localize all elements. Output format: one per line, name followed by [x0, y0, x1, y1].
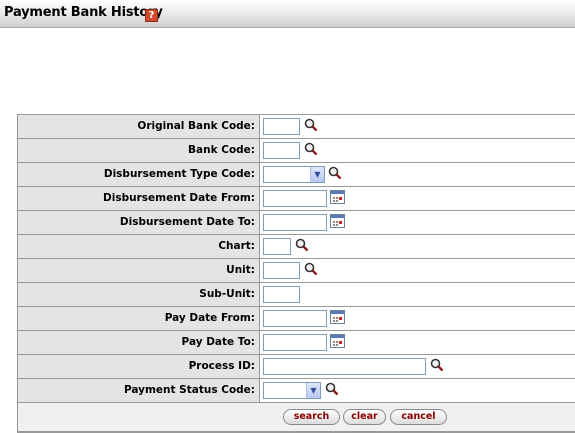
help-icon[interactable]: ? — [145, 9, 158, 22]
label-cell: Payment Status Code: — [18, 379, 260, 402]
bank-code-label: Bank Code: — [188, 144, 255, 156]
label-cell: Unit: — [18, 259, 260, 282]
calendar-icon[interactable] — [330, 190, 345, 204]
label-cell: Pay Date To: — [18, 331, 260, 354]
process-id-input[interactable] — [263, 358, 426, 375]
bank-code-input[interactable] — [263, 142, 300, 159]
form-row-bank-code: Bank Code: — [18, 139, 575, 163]
disbursement-type-code-label: Disbursement Type Code: — [103, 168, 255, 180]
chevron-down-icon[interactable]: ▼ — [306, 383, 320, 398]
form-row-payment-status-code: Payment Status Code: ▼ — [18, 379, 575, 403]
original-bank-code-input[interactable] — [263, 118, 300, 135]
unit-label: Unit: — [226, 264, 255, 276]
pay-date-to-input[interactable] — [263, 334, 327, 351]
chart-input[interactable] — [263, 238, 291, 255]
original-bank-code-label: Original Bank Code: — [137, 120, 255, 132]
label-cell: Disbursement Type Code: — [18, 163, 260, 186]
disbursement-date-from-label: Disbursement Date From: — [103, 192, 255, 204]
page-title: Payment Bank History — [4, 5, 163, 20]
payment-status-code-lookup-icon[interactable] — [325, 382, 339, 396]
form-row-disbursement-date-from: Disbursement Date From: — [18, 187, 575, 211]
unit-input[interactable] — [263, 262, 300, 279]
chart-label: Chart: — [218, 240, 255, 252]
form-row-disbursement-date-to: Disbursement Date To: — [18, 211, 575, 235]
process-id-lookup-icon[interactable] — [430, 358, 444, 372]
unit-lookup-icon[interactable] — [304, 262, 318, 276]
form-row-pay-date-from: Pay Date From: — [18, 307, 575, 331]
payment-status-code-label: Payment Status Code: — [123, 384, 255, 396]
chart-lookup-icon[interactable] — [295, 238, 309, 252]
label-cell: Bank Code: — [18, 139, 260, 162]
calendar-icon[interactable] — [330, 310, 345, 324]
form-row-pay-date-to: Pay Date To: — [18, 331, 575, 355]
disbursement-type-code-lookup-icon[interactable] — [328, 166, 342, 180]
label-cell: Disbursement Date To: — [18, 211, 260, 234]
cancel-button[interactable]: cancel — [390, 409, 447, 425]
label-cell: Disbursement Date From: — [18, 187, 260, 210]
disbursement-type-code-select[interactable]: ▼ — [263, 166, 325, 183]
label-cell: Chart: — [18, 235, 260, 258]
form-row-process-id: Process ID: — [18, 355, 575, 379]
label-cell: Original Bank Code: — [18, 115, 260, 138]
pay-date-from-label: Pay Date From: — [164, 312, 255, 324]
lookup-form: Original Bank Code: Bank Code: Disbursem… — [17, 114, 575, 433]
label-cell: Process ID: — [18, 355, 260, 378]
disbursement-date-to-label: Disbursement Date To: — [119, 216, 255, 228]
payment-status-code-select[interactable]: ▼ — [263, 382, 321, 399]
bank-code-lookup-icon[interactable] — [304, 142, 318, 156]
chevron-down-icon[interactable]: ▼ — [310, 167, 324, 182]
form-row-sub-unit: Sub-Unit: — [18, 283, 575, 307]
search-button[interactable]: search — [283, 409, 340, 425]
sub-unit-input[interactable] — [263, 286, 300, 303]
form-row-chart: Chart: — [18, 235, 575, 259]
form-row-unit: Unit: — [18, 259, 575, 283]
clear-button[interactable]: clear — [343, 409, 386, 425]
original-bank-code-lookup-icon[interactable] — [304, 118, 318, 132]
label-cell: Sub-Unit: — [18, 283, 260, 306]
page-header: Payment Bank History ? — [0, 0, 575, 28]
calendar-icon[interactable] — [330, 334, 345, 348]
pay-date-from-input[interactable] — [263, 310, 327, 327]
label-cell: Pay Date From: — [18, 307, 260, 330]
calendar-icon[interactable] — [330, 214, 345, 228]
disbursement-date-from-input[interactable] — [263, 190, 327, 207]
form-row-original-bank-code: Original Bank Code: — [18, 115, 575, 139]
form-row-disbursement-type-code: Disbursement Type Code: ▼ — [18, 163, 575, 187]
pay-date-to-label: Pay Date To: — [181, 336, 255, 348]
disbursement-date-to-input[interactable] — [263, 214, 327, 231]
sub-unit-label: Sub-Unit: — [199, 288, 255, 300]
form-button-row: search clear cancel — [18, 403, 575, 432]
process-id-label: Process ID: — [188, 360, 255, 372]
